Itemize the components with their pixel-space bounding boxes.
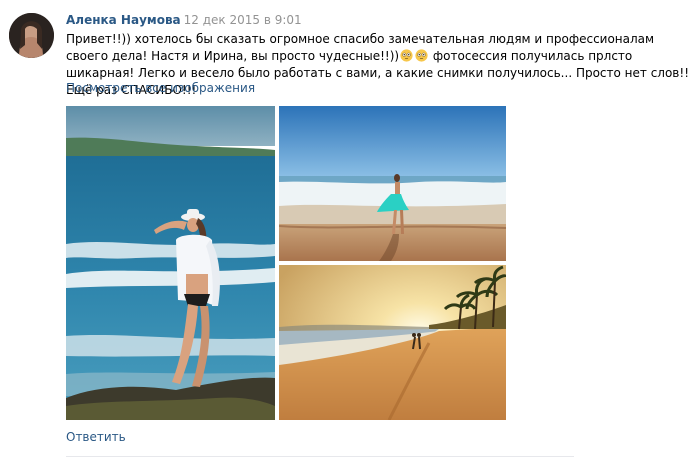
view-all-images-link[interactable]: Посмотреть все изображения (66, 81, 255, 95)
photo-image (279, 106, 506, 261)
comment-post: Аленка Наумова 12 дек 2015 в 9:01 Привет!… (0, 0, 699, 457)
avatar-image (9, 13, 54, 58)
author-name[interactable]: Аленка Наумова (66, 13, 181, 27)
flushed-face-emoji-icon (415, 49, 428, 62)
photo-image (66, 106, 275, 420)
reply-link[interactable]: Ответить (66, 430, 126, 444)
avatar[interactable] (9, 13, 54, 58)
flushed-face-emoji-icon (400, 49, 413, 62)
photo-woman-on-beach[interactable] (66, 106, 275, 420)
comment-header: Аленка Наумова 12 дек 2015 в 9:01 (66, 13, 302, 27)
photo-image (279, 265, 506, 420)
photo-beach-turquoise-skirt[interactable] (279, 106, 506, 261)
photo-sunset-beach-palms[interactable] (279, 265, 506, 420)
post-date[interactable]: 12 дек 2015 в 9:01 (184, 13, 302, 27)
